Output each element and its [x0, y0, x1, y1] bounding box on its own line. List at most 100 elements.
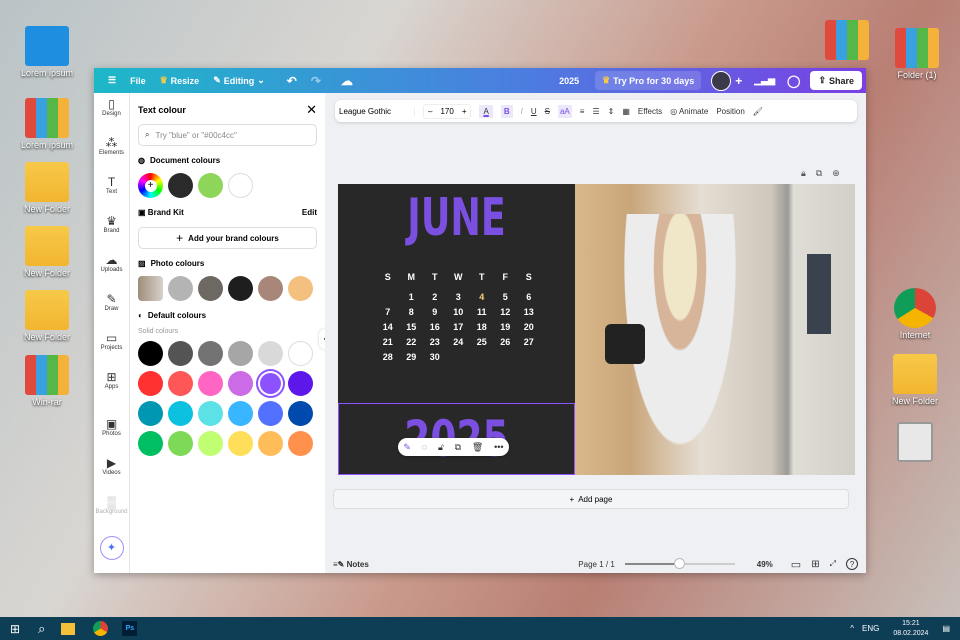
cloud-save-icon[interactable]: ☁: [341, 74, 353, 88]
document-colour-swatch[interactable]: [228, 173, 253, 198]
photo-thumbnail[interactable]: [138, 276, 163, 301]
undo-button[interactable]: ↶: [287, 74, 297, 88]
zoom-slider-handle[interactable]: [673, 558, 685, 569]
spacing-icon[interactable]: ⇕: [608, 107, 615, 116]
recycle-bin-icon[interactable]: [880, 422, 950, 464]
clock[interactable]: 15:21 08.02.2024: [893, 619, 928, 639]
editing-dropdown[interactable]: ✎ Editing ⌄: [213, 75, 265, 86]
strikethrough-button[interactable]: S: [545, 107, 550, 116]
decrease-icon[interactable]: –: [428, 107, 432, 116]
desktop-icon-folder1[interactable]: Folder (1): [882, 28, 952, 80]
delete-icon[interactable]: 🗑︎: [472, 442, 483, 453]
default-colour-swatch[interactable]: [228, 401, 253, 426]
effects-button[interactable]: Effects: [638, 107, 662, 116]
comment-icon[interactable]: ◌: [422, 442, 427, 452]
desktop-icon-folder[interactable]: New Folder: [880, 354, 950, 406]
default-colour-swatch[interactable]: [258, 371, 283, 396]
magic-ai-button[interactable]: ✦: [99, 536, 124, 560]
photographer-photo[interactable]: [575, 184, 855, 475]
underline-button[interactable]: U: [531, 107, 537, 116]
more-icon[interactable]: •••: [494, 442, 503, 452]
default-colour-swatch[interactable]: [258, 431, 283, 456]
desktop-icon-folder[interactable]: New Folder: [12, 226, 82, 278]
page-indicator[interactable]: Page 1 / 1: [578, 560, 614, 569]
language-indicator[interactable]: ENG: [862, 624, 879, 633]
page-view-icon[interactable]: ▭: [791, 558, 801, 571]
notification-icon[interactable]: ▤: [942, 624, 950, 633]
colour-search-input[interactable]: ⌕ Try "blue" or "#00c4cc": [138, 124, 317, 146]
document-colour-swatch[interactable]: [198, 173, 223, 198]
photo-colour-swatch[interactable]: [258, 276, 283, 301]
rail-item-apps[interactable]: ⊞ Apps: [94, 366, 129, 405]
align-icon[interactable]: ≡: [580, 107, 585, 116]
search-icon[interactable]: ⌕: [38, 621, 45, 637]
document-colour-swatch[interactable]: [168, 173, 193, 198]
default-colour-swatch[interactable]: [198, 401, 223, 426]
rail-item-photos[interactable]: ▣ Photos: [94, 413, 129, 452]
default-colour-swatch[interactable]: [228, 431, 253, 456]
design-title[interactable]: 2025: [559, 76, 579, 86]
notes-button[interactable]: ≡✎ Notes: [333, 560, 369, 569]
desktop-icon-computer[interactable]: Lorem ipsum: [12, 26, 82, 78]
bold-button[interactable]: B: [500, 104, 513, 118]
chrome-icon[interactable]: [93, 621, 109, 636]
default-colour-swatch[interactable]: [138, 431, 163, 456]
zoom-slider[interactable]: [624, 558, 735, 569]
rail-item-uploads[interactable]: ☁ Uploads: [94, 249, 129, 288]
text-colour-button[interactable]: A: [479, 104, 493, 118]
default-colour-swatch[interactable]: [198, 341, 223, 366]
default-colour-swatch[interactable]: [258, 341, 283, 366]
default-colour-swatch[interactable]: [168, 431, 193, 456]
add-page-button[interactable]: + Add page: [333, 489, 849, 509]
comment-icon[interactable]: ◯: [787, 74, 800, 88]
desktop-icon-binder[interactable]: Lorem ipsum: [12, 98, 82, 150]
rail-item-draw[interactable]: ✎ Draw: [94, 288, 129, 327]
file-explorer-icon[interactable]: [61, 622, 76, 635]
start-icon[interactable]: ⊞: [10, 622, 20, 636]
font-size-stepper[interactable]: –170 +: [423, 103, 472, 119]
desktop-icon-folder[interactable]: New Folder: [12, 290, 82, 342]
share-button[interactable]: ⇪ Share: [810, 71, 862, 90]
rail-item-brand[interactable]: ♛ Brand: [94, 210, 129, 249]
default-colour-swatch[interactable]: [288, 431, 313, 456]
increase-icon[interactable]: +: [462, 107, 467, 116]
paint-format-icon[interactable]: 🖌: [753, 107, 763, 116]
default-colour-swatch[interactable]: [138, 401, 163, 426]
position-button[interactable]: Position: [716, 107, 744, 116]
duplicate-icon[interactable]: ⧉: [455, 442, 461, 453]
default-colour-swatch[interactable]: [138, 371, 163, 396]
desktop-icon-winrar[interactable]: Win-rar: [12, 355, 82, 407]
photo-colour-swatch[interactable]: [168, 276, 193, 301]
add-collaborator-button[interactable]: +: [735, 74, 742, 88]
font-dropdown[interactable]: League Gothic: [339, 106, 415, 116]
animate-button[interactable]: ◎ Animate: [670, 107, 708, 116]
help-icon[interactable]: ?: [846, 558, 858, 570]
lock-icon[interactable]: 🔓︎: [438, 442, 444, 453]
rail-item-projects[interactable]: ▭ Projects: [94, 327, 129, 366]
default-colour-swatch[interactable]: [228, 341, 253, 366]
lock-icon[interactable]: 🔒︎: [801, 168, 806, 179]
default-colour-swatch[interactable]: [288, 371, 313, 396]
photoshop-icon[interactable]: Ps: [122, 621, 138, 636]
default-colour-swatch[interactable]: [288, 401, 313, 426]
photo-colour-swatch[interactable]: [198, 276, 223, 301]
default-colour-swatch[interactable]: [168, 401, 193, 426]
default-colour-swatch[interactable]: [258, 401, 283, 426]
default-colour-swatch[interactable]: [168, 341, 193, 366]
case-button[interactable]: aA: [557, 104, 572, 118]
menu-icon[interactable]: ☰: [108, 75, 116, 86]
close-icon[interactable]: ✕: [306, 102, 317, 118]
rail-item-design[interactable]: ▯ Design: [94, 93, 129, 132]
rail-item-text[interactable]: T Text: [94, 171, 129, 210]
rail-item-videos[interactable]: ▶ Videos: [94, 452, 129, 491]
add-colour-button[interactable]: +: [138, 173, 163, 198]
zoom-level[interactable]: 49%: [757, 560, 773, 569]
transparency-icon[interactable]: ▦: [622, 107, 630, 116]
default-colour-swatch[interactable]: [198, 431, 223, 456]
analytics-icon[interactable]: ▁▃▅: [754, 75, 775, 86]
magic-edit-icon[interactable]: ✎: [403, 442, 411, 453]
grid-view-icon[interactable]: ⊞: [811, 559, 819, 570]
rail-item-background[interactable]: ▒ Background: [94, 491, 129, 530]
photo-colour-swatch[interactable]: [228, 276, 253, 301]
default-colour-swatch[interactable]: [228, 371, 253, 396]
